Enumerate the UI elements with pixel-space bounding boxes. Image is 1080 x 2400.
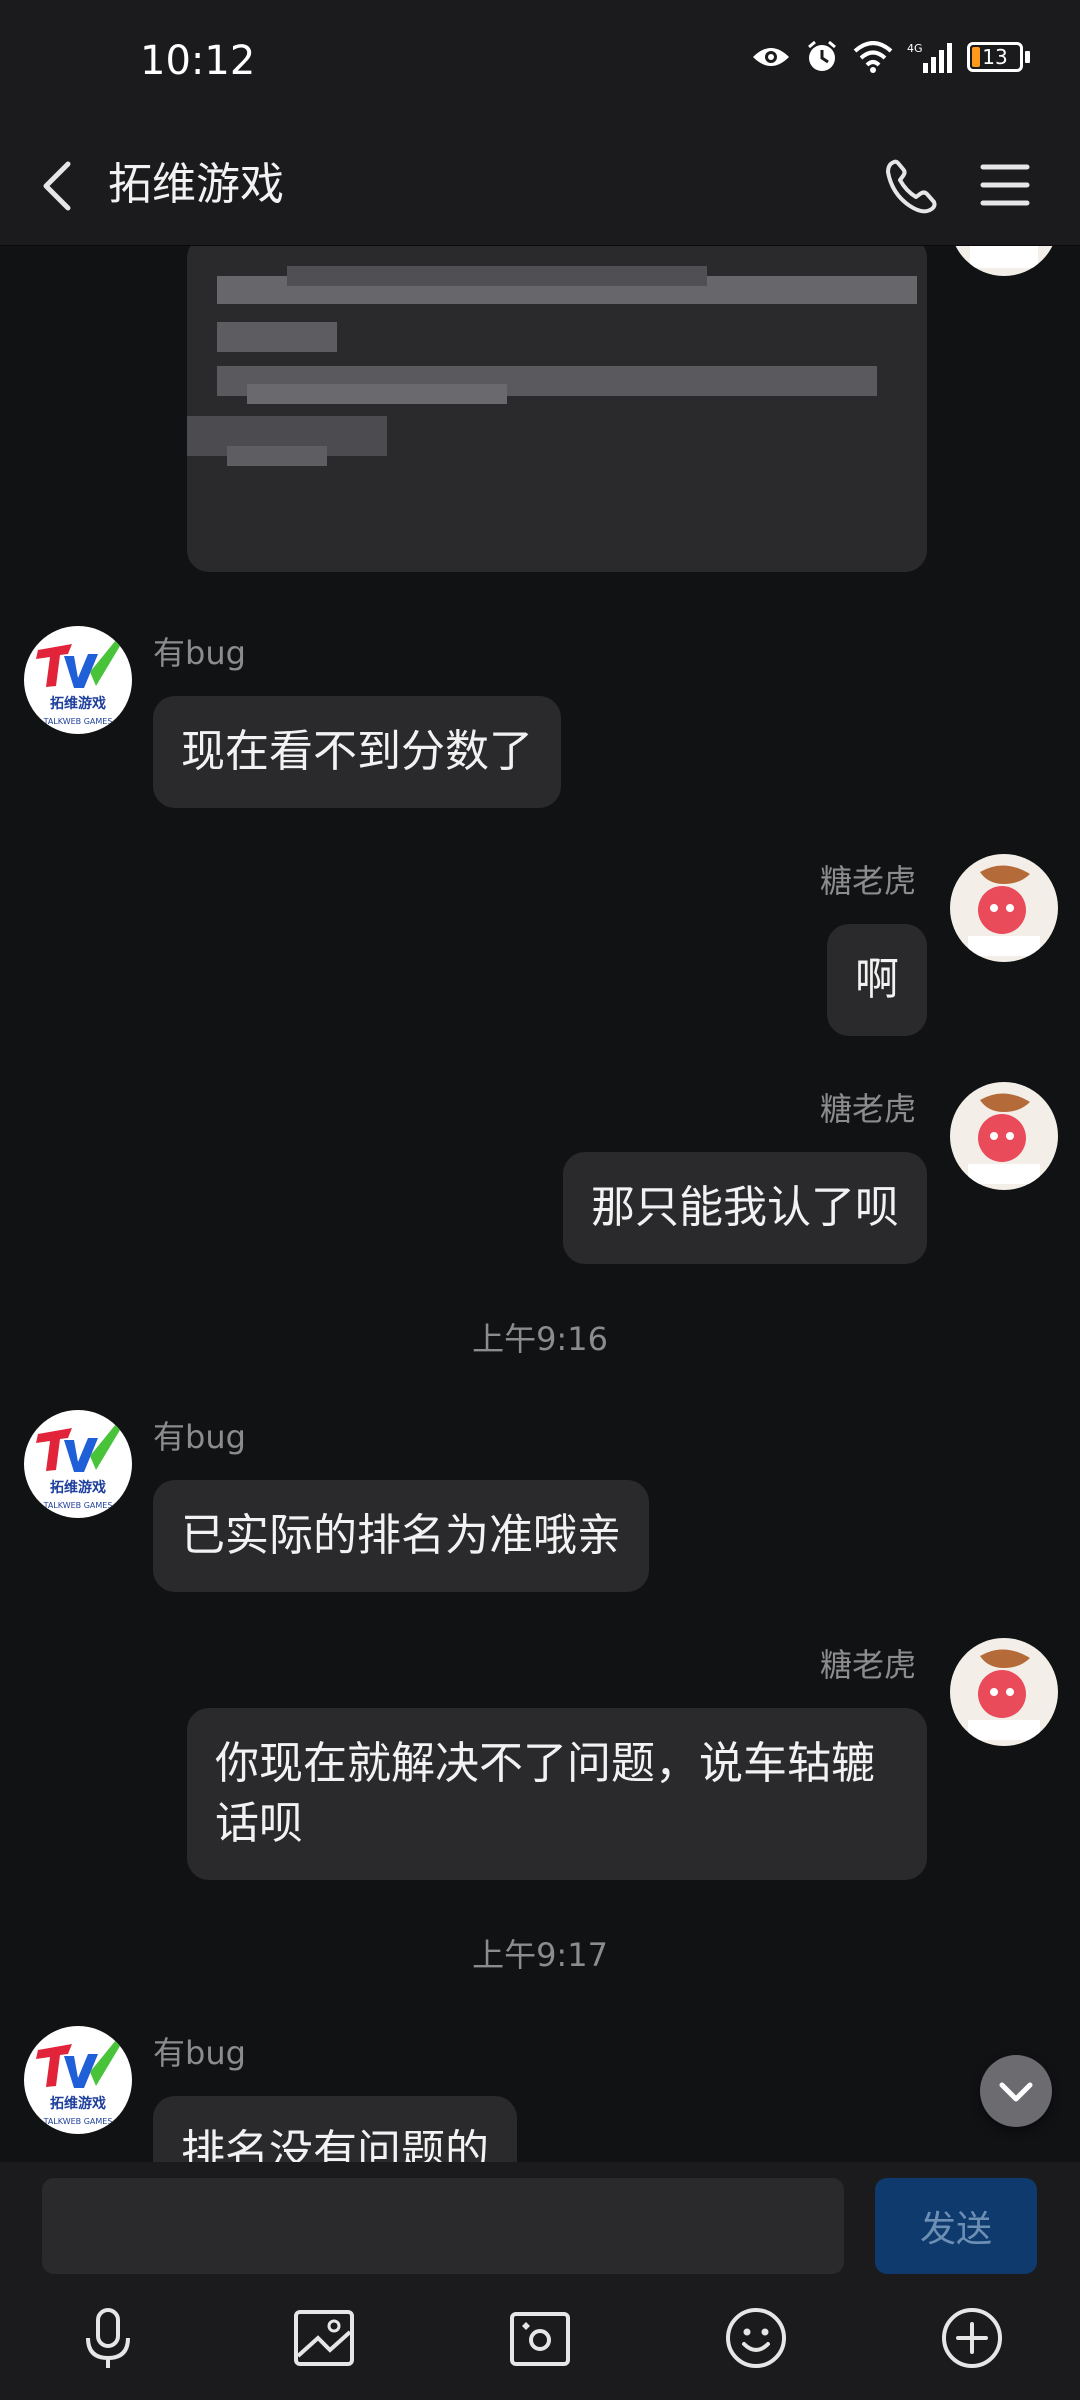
gallery-button[interactable]	[288, 2302, 360, 2374]
input-bar: 发送	[0, 2162, 1080, 2400]
message-bubble[interactable]: 现在看不到分数了	[153, 696, 561, 808]
message-bubble[interactable]: 那只能我认了呗	[563, 1152, 927, 1264]
status-time: 10:12	[140, 38, 256, 84]
blurred-message-bubble	[187, 246, 927, 572]
chat-title: 拓维游戏	[108, 159, 284, 210]
bot-avatar[interactable]: 拓维游戏 TALKWEB GAMES	[24, 2026, 132, 2134]
sender-name: 有bug	[153, 1418, 246, 1456]
status-bar: 10:12 4G 13	[0, 0, 1080, 130]
message-list[interactable]: 拓维游戏 TALKWEB GAMES 有bug 现在看不到分数了 糖老虎 啊 糖…	[0, 246, 1080, 2162]
plus-icon	[942, 2308, 1002, 2368]
user-avatar[interactable]	[950, 854, 1058, 962]
signal-icon: 4G	[907, 42, 952, 73]
call-button[interactable]	[880, 150, 944, 220]
user-avatar[interactable]	[950, 1638, 1058, 1746]
sender-name: 有bug	[153, 2034, 246, 2072]
bot-logo-subtext: TALKWEB GAMES	[43, 717, 113, 726]
bot-avatar[interactable]: 拓维游戏 TALKWEB GAMES	[24, 626, 132, 734]
time-separator: 上午9:16	[472, 1320, 608, 1358]
more-button[interactable]	[936, 2302, 1008, 2374]
alarm-icon	[808, 40, 836, 71]
bot-logo-subtext: TALKWEB GAMES	[43, 2117, 113, 2126]
phone-icon	[886, 159, 937, 214]
back-button[interactable]	[30, 150, 90, 220]
message-bubble[interactable]: 已实际的排名为准哦亲	[153, 1480, 649, 1592]
wifi-icon	[853, 41, 893, 73]
battery-level: 13	[982, 45, 1008, 69]
bot-logo-text: 拓维游戏	[50, 1479, 106, 1496]
camera-button[interactable]	[504, 2302, 576, 2374]
user-avatar[interactable]	[950, 1082, 1058, 1190]
message-bubble[interactable]: 排名没有问题的	[153, 2096, 517, 2162]
bot-logo-subtext: TALKWEB GAMES	[43, 1501, 113, 1510]
message-input[interactable]	[42, 2178, 844, 2274]
scroll-to-bottom-button[interactable]	[980, 2055, 1052, 2127]
emoji-icon	[726, 2308, 786, 2368]
eye-icon	[753, 48, 789, 66]
user-avatar[interactable]	[950, 246, 1058, 276]
menu-button[interactable]	[975, 150, 1035, 220]
sender-name: 糖老虎	[819, 862, 916, 900]
message-bubble[interactable]: 啊	[827, 924, 927, 1036]
time-separator: 上午9:17	[472, 1936, 608, 1974]
battery-icon: 13	[967, 42, 1030, 72]
svg-text:4G: 4G	[907, 42, 923, 55]
bot-logo-text: 拓维游戏	[50, 2095, 106, 2112]
chevron-down-icon	[999, 2082, 1033, 2102]
hamburger-menu-icon	[980, 164, 1030, 206]
sender-name: 糖老虎	[819, 1646, 916, 1684]
mic-icon	[86, 2308, 130, 2368]
image-icon	[294, 2310, 354, 2366]
sender-name: 糖老虎	[819, 1090, 916, 1128]
send-button[interactable]: 发送	[875, 2178, 1037, 2274]
status-icons: 4G 13	[751, 40, 1030, 74]
voice-button[interactable]	[72, 2302, 144, 2374]
bot-logo-text: 拓维游戏	[50, 695, 106, 712]
emoji-button[interactable]	[720, 2302, 792, 2374]
message-bubble[interactable]: 你现在就解决不了问题，说车轱辘话呗	[187, 1708, 927, 1880]
chevron-left-icon	[43, 161, 71, 211]
sender-name: 有bug	[153, 634, 246, 672]
camera-icon	[510, 2312, 570, 2366]
chat-header: 拓维游戏	[0, 130, 1080, 246]
bot-avatar[interactable]: 拓维游戏 TALKWEB GAMES	[24, 1410, 132, 1518]
